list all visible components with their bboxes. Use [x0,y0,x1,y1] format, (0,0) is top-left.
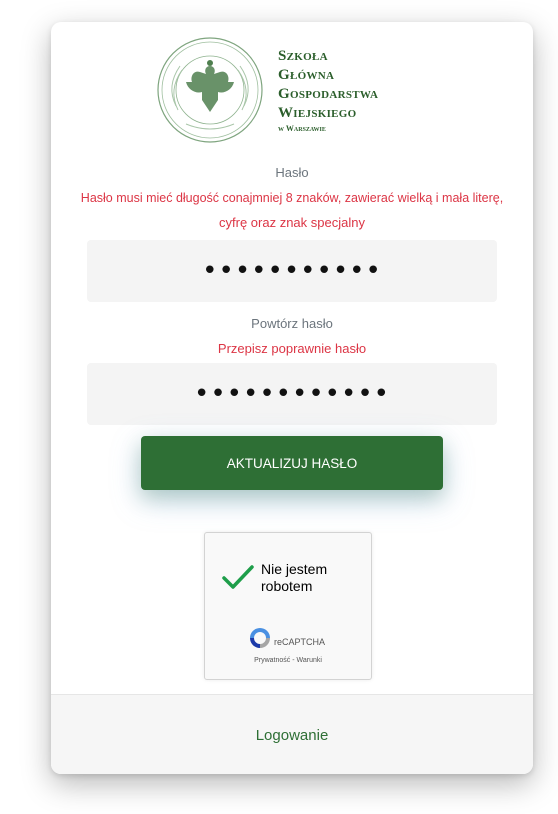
login-link[interactable]: Logowanie [51,727,533,744]
repeat-password-label: Powtórz hasło [251,316,333,331]
university-name: Szkoła Główna Gospodarstwa Wiejskiego w … [278,47,378,134]
password-input[interactable] [87,240,497,302]
update-password-button[interactable]: AKTUALIZUJ HASŁO [141,436,443,490]
card-footer: Logowanie [51,694,533,774]
recaptcha-terms-link[interactable]: Warunki [297,657,322,664]
recaptcha-widget[interactable]: Nie jestem robotem reCAPTCHA Prywatność … [204,532,372,680]
login-card: Szkoła Główna Gospodarstwa Wiejskiego w … [51,22,533,774]
university-seal-icon [157,37,263,143]
university-name-line2: Gospodarstwa [278,85,379,102]
recaptcha-privacy-link[interactable]: Prywatność [254,657,290,664]
password-error-line1: Hasło musi mieć długość conajmniej 8 zna… [80,191,504,205]
recaptcha-logo-icon [250,628,270,648]
password-error-line2: cyfrę oraz znak specjalny [219,215,365,230]
checkmark-icon[interactable] [221,563,255,591]
university-name-line3: Wiejskiego [278,104,357,121]
university-name-line1: Szkoła Główna [278,47,335,83]
recaptcha-links: Prywatność - Warunki [205,657,371,664]
university-logo: Szkoła Główna Gospodarstwa Wiejskiego w … [156,35,378,145]
repeat-password-input[interactable] [87,363,497,425]
repeat-password-error: Przepisz poprawnie hasło [217,341,367,356]
university-name-line4: w Warszawie [278,123,326,133]
recaptcha-label: Nie jestem robotem [261,561,328,594]
recaptcha-brand: reCAPTCHA [274,637,326,647]
password-label: Hasło [275,165,309,180]
